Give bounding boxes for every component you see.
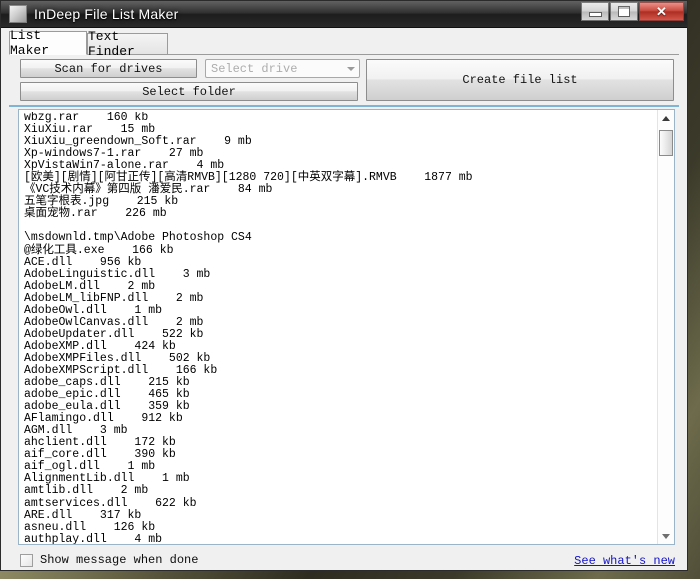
window-controls: ✕ <box>581 2 684 21</box>
scan-for-drives-label: Scan for drives <box>54 61 163 76</box>
show-message-checkbox-row[interactable]: Show message when done <box>20 553 198 567</box>
maximize-icon <box>618 6 630 17</box>
maximize-button[interactable] <box>610 2 638 21</box>
toolbar-panel: Scan for drives Select drive Select fold… <box>9 55 679 107</box>
tab-list-maker-label: List Maker <box>10 28 50 58</box>
tab-list-maker[interactable]: List Maker <box>9 28 87 58</box>
client-area: List Maker Text Finder Scan for drives S… <box>2 28 686 569</box>
file-list-scrollbar[interactable] <box>657 110 674 544</box>
scrollbar-thumb[interactable] <box>659 130 673 156</box>
select-folder-label: Select folder <box>142 84 236 99</box>
drive-select-dropdown[interactable]: Select drive <box>205 59 360 78</box>
scroll-up-arrow-icon[interactable] <box>658 110 674 126</box>
status-bar: Show message when done See what's new <box>18 550 675 574</box>
select-folder-button[interactable]: Select folder <box>20 82 358 101</box>
minimize-icon <box>588 12 602 17</box>
file-list-textarea[interactable]: wbzg.rar 160 kb XiuXiu.rar 15 mb XiuXiu_… <box>18 109 675 545</box>
scroll-down-arrow-icon[interactable] <box>658 528 674 544</box>
minimize-button[interactable] <box>581 2 609 21</box>
title-bar[interactable]: InDeep File List Maker ✕ <box>1 1 687 28</box>
file-list-content[interactable]: wbzg.rar 160 kb XiuXiu.rar 15 mb XiuXiu_… <box>19 112 657 544</box>
drive-select-placeholder: Select drive <box>211 61 298 76</box>
see-whats-new-link[interactable]: See what's new <box>574 554 675 568</box>
show-message-checkbox[interactable] <box>20 553 33 567</box>
close-icon: ✕ <box>656 3 667 19</box>
create-file-list-button[interactable]: Create file list <box>366 59 674 101</box>
tab-strip: List Maker Text Finder <box>9 28 679 59</box>
application-window: InDeep File List Maker ✕ List Maker Text… <box>0 0 688 571</box>
tab-text-finder-label: Text Finder <box>88 29 135 59</box>
show-message-checkbox-label: Show message when done <box>40 553 199 567</box>
close-button[interactable]: ✕ <box>639 2 684 21</box>
create-file-list-label: Create file list <box>462 73 578 87</box>
app-icon <box>9 5 27 23</box>
scan-for-drives-button[interactable]: Scan for drives <box>20 59 197 78</box>
window-title: InDeep File List Maker <box>34 6 179 22</box>
chevron-down-icon <box>342 60 359 77</box>
tab-text-finder[interactable]: Text Finder <box>87 29 168 59</box>
